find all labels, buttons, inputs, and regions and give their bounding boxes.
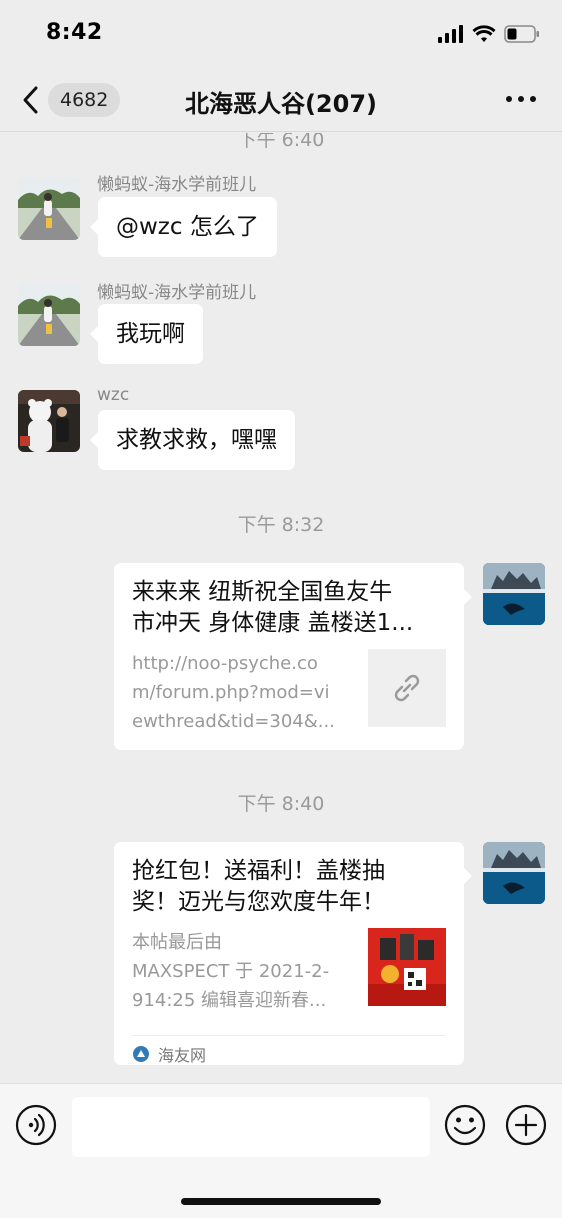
sender-name: wzc [97, 385, 130, 405]
sender-name: 懒蚂蚁-海水学前班儿 [97, 283, 257, 303]
message-bubble[interactable]: @wzc 怎么了 [90, 197, 277, 257]
avatar[interactable] [18, 284, 80, 346]
sender-name: 懒蚂蚁-海水学前班儿 [97, 175, 257, 195]
avatar[interactable] [18, 390, 80, 452]
timestamp: 下午 8:40 [237, 793, 325, 815]
chat-header: 4682 北海恶人谷(207) [0, 66, 562, 132]
more-dots-icon [506, 96, 512, 102]
source-name: 海友网 [158, 1045, 207, 1065]
my-avatar[interactable] [483, 563, 545, 625]
voice-icon [15, 1104, 57, 1146]
link-thumbnail [368, 649, 446, 727]
timestamp: 下午 6:40 [237, 133, 325, 151]
message-bubble[interactable]: 我玩啊 [90, 304, 203, 364]
promo-image [368, 928, 446, 1006]
message-list[interactable]: 下午 6:40 懒蚂蚁-海水学前班儿 @wzc 怎么了 懒蚂蚁-海水学前班儿 我… [0, 133, 562, 1083]
avatar-image [483, 842, 545, 904]
avatar[interactable] [18, 178, 80, 240]
status-icons [438, 24, 540, 44]
status-bar: 8:42 [0, 0, 562, 66]
message-bubble[interactable]: 求教求救，嘿嘿 [90, 410, 295, 470]
timestamp: 下午 8:32 [237, 514, 325, 536]
wifi-icon [472, 25, 496, 42]
emoji-button[interactable] [444, 1104, 486, 1146]
voice-button[interactable] [15, 1104, 57, 1146]
link-card-source: 海友网 [132, 1035, 446, 1071]
link-card-title: 来来来 纽斯祝全国鱼友牛 市冲天 身体健康 盖楼送1... [132, 579, 414, 636]
plus-circle-icon [505, 1104, 547, 1146]
avatar-image [18, 284, 80, 346]
status-time: 8:42 [46, 20, 103, 45]
add-button[interactable] [505, 1104, 547, 1146]
home-indicator[interactable] [181, 1198, 381, 1205]
red-envelope-thumbnail [368, 928, 446, 1006]
battery-icon [504, 25, 539, 43]
my-avatar[interactable] [483, 842, 545, 904]
link-card-description: http://noo-psyche.co m/forum.php?mod=vi … [132, 653, 335, 732]
avatar-image [483, 563, 545, 625]
emoji-icon [444, 1104, 486, 1146]
link-card[interactable]: 来来来 纽斯祝全国鱼友牛 市冲天 身体健康 盖楼送1... http://noo… [114, 563, 472, 750]
link-card[interactable]: 抢红包！送福利！盖楼抽 奖！迈光与您欢度牛年！ 本帖最后由 MAXSPECT 于… [114, 842, 472, 1065]
more-options-button[interactable] [506, 96, 536, 104]
avatar-image [18, 178, 80, 240]
link-icon [394, 674, 420, 702]
avatar-image [18, 390, 80, 452]
source-logo-icon [133, 1045, 149, 1062]
link-card-title: 抢红包！送福利！盖楼抽 奖！迈光与您欢度牛年！ [132, 858, 385, 915]
link-card-description: 本帖最后由 MAXSPECT 于 2021-2- 914:25 编辑喜迎新春..… [132, 932, 330, 1011]
cellular-signal-icon [438, 25, 463, 43]
message-input[interactable] [72, 1097, 430, 1157]
chat-title: 北海恶人谷(207) [184, 90, 378, 118]
